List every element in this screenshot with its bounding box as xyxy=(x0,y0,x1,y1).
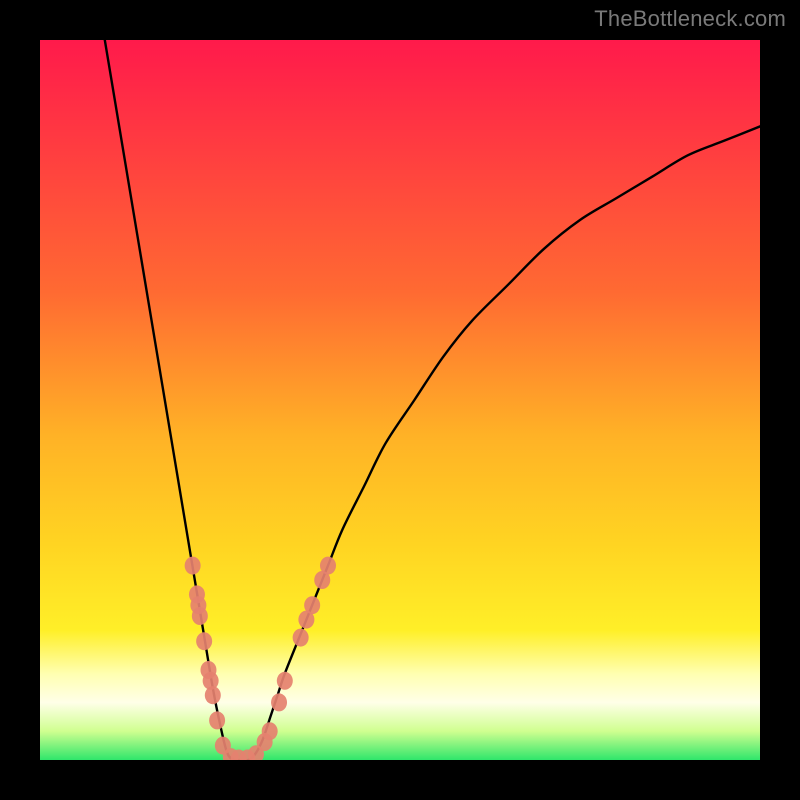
data-marker xyxy=(196,632,212,650)
data-marker xyxy=(271,693,287,711)
data-marker xyxy=(262,722,278,740)
data-marker xyxy=(185,557,201,575)
data-marker xyxy=(277,672,293,690)
data-marker xyxy=(209,711,225,729)
data-marker xyxy=(304,596,320,614)
chart-frame: TheBottleneck.com xyxy=(0,0,800,800)
watermark-text: TheBottleneck.com xyxy=(594,6,786,32)
data-marker xyxy=(205,686,221,704)
data-marker xyxy=(293,629,309,647)
data-marker xyxy=(320,557,336,575)
data-marker xyxy=(192,607,208,625)
plot-area xyxy=(40,40,760,760)
bottleneck-curve xyxy=(105,40,760,760)
curve-svg xyxy=(40,40,760,760)
